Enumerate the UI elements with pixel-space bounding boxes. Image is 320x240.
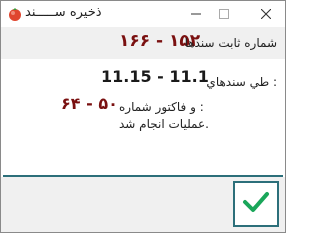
checkmark-icon [241,187,271,221]
dialog-window: ذخيره ســـــند ۱۶۶ - ۱۵۲ شماره ثابت سنده… [0,0,286,233]
document-date-range: 11.15 - 11.1 [101,67,209,86]
tomato-icon [7,6,23,22]
maximize-button[interactable] [209,1,239,27]
window-title: ذخيره ســـــند [25,5,102,20]
status-message: عمليات انجام شد. [119,117,209,131]
close-button[interactable] [251,1,281,27]
document-number-label: شماره ثابت سندها [184,36,277,50]
minimize-button[interactable] [181,1,211,27]
title-bar[interactable]: ذخيره ســـــند [1,1,285,27]
document-date-label: طي سندهاي : [206,75,277,89]
document-number-header: ۱۶۶ - ۱۵۲ شماره ثابت سندها [1,27,285,59]
ok-button[interactable] [233,181,279,227]
invoice-number-range: ۶۴ - ۵۰ [61,94,118,113]
invoice-number-label: و فاكتور شماره : [119,100,204,114]
